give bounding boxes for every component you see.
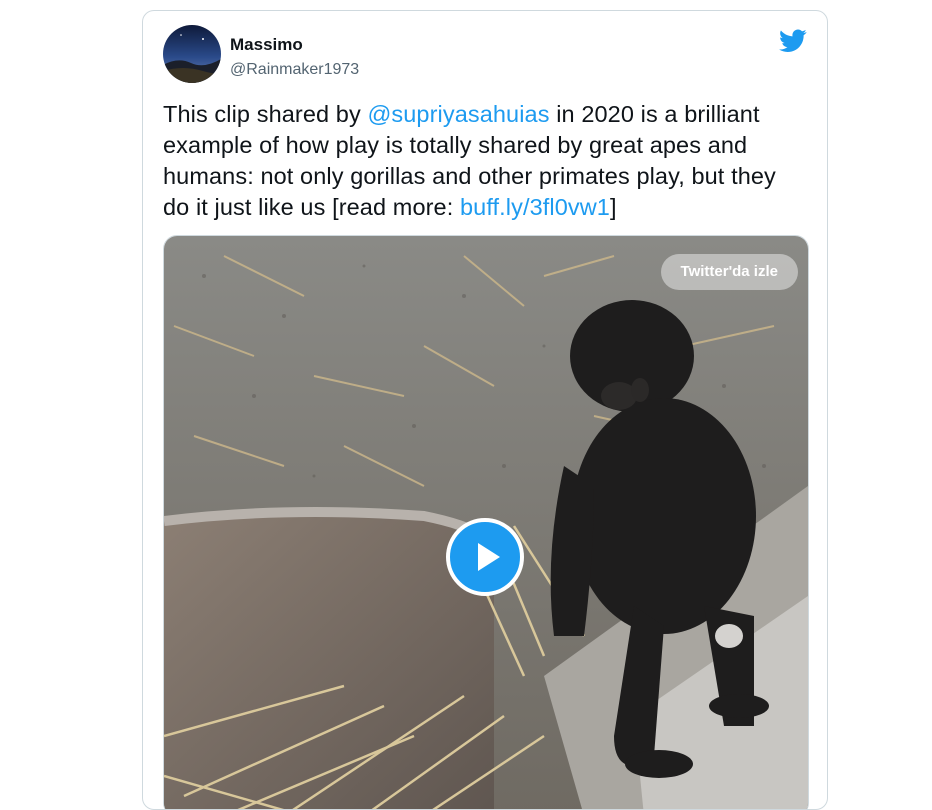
avatar-image: [163, 25, 221, 83]
tweet-card[interactable]: Massimo @Rainmaker1973 This clip shared …: [142, 10, 828, 810]
watch-on-twitter-button[interactable]: Twitter'da izle: [660, 254, 798, 290]
tweet-text-part1: This clip shared by: [163, 101, 368, 127]
play-button[interactable]: [446, 518, 524, 596]
tweet-text: This clip shared by @supriyasahuias in 2…: [163, 99, 803, 223]
video-player[interactable]: Twitter'da izle: [163, 235, 809, 809]
author-name[interactable]: Massimo: [230, 35, 303, 55]
tweet-text-part3: ]: [609, 194, 617, 220]
play-icon: [478, 543, 500, 571]
twitter-bird-icon[interactable]: [779, 29, 807, 53]
author-handle[interactable]: @Rainmaker1973: [230, 61, 359, 79]
mention-link[interactable]: @supriyasahuias: [367, 101, 549, 127]
short-link[interactable]: buff.ly/3fl0vw1: [460, 194, 610, 220]
author-avatar[interactable]: [163, 25, 221, 83]
